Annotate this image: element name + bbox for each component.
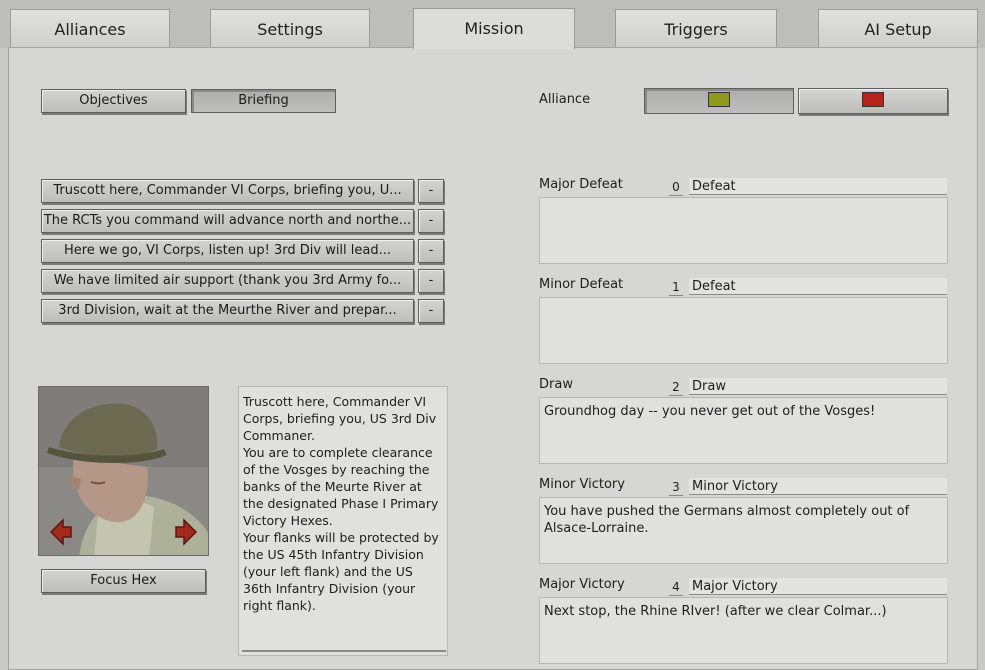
- outcome-title-field[interactable]: Draw: [689, 378, 947, 395]
- outcome-label: Minor Defeat: [539, 277, 624, 292]
- tab-ai-setup[interactable]: AI Setup: [818, 9, 978, 47]
- briefing-button[interactable]: Briefing: [191, 89, 336, 113]
- tab-settings[interactable]: Settings: [210, 9, 370, 47]
- briefing-item[interactable]: Truscott here, Commander VI Corps, brief…: [41, 179, 414, 203]
- alliance-label: Alliance: [539, 92, 591, 107]
- outcome-title-field[interactable]: Defeat: [689, 178, 947, 195]
- outcome-number: 1: [669, 278, 683, 296]
- commander-portrait: [38, 386, 209, 556]
- outcome-label: Major Victory: [539, 577, 625, 592]
- alliance-color-swatch: [708, 92, 730, 107]
- alliance-button-green[interactable]: [644, 88, 794, 114]
- briefing-item[interactable]: 3rd Division, wait at the Meurthe River …: [41, 299, 414, 323]
- objectives-button[interactable]: Objectives: [41, 89, 186, 113]
- outcome-label: Major Defeat: [539, 177, 623, 192]
- outcome-title-field[interactable]: Defeat: [689, 278, 947, 295]
- outcome-text-area[interactable]: [539, 197, 948, 264]
- alliance-color-swatch: [862, 92, 884, 107]
- briefing-text-area[interactable]: Truscott here, Commander VI Corps, brief…: [238, 386, 448, 656]
- outcome-text-area[interactable]: You have pushed the Germans almost compl…: [539, 497, 948, 564]
- outcome-label: Minor Victory: [539, 477, 625, 492]
- tab-triggers[interactable]: Triggers: [615, 9, 777, 47]
- outcome-text-area[interactable]: Groundhog day -- you never get out of th…: [539, 397, 948, 464]
- alliance-button-red[interactable]: [798, 88, 948, 114]
- briefing-item[interactable]: The RCTs you command will advance north …: [41, 209, 414, 233]
- outcome-title-field[interactable]: Major Victory: [689, 578, 947, 595]
- outcome-number: 2: [669, 378, 683, 396]
- briefing-scroll-line: [242, 650, 446, 652]
- outcome-number: 0: [669, 178, 683, 196]
- remove-briefing-button[interactable]: -: [418, 299, 444, 323]
- arrow-left-icon[interactable]: [49, 517, 73, 551]
- outcome-number: 4: [669, 578, 683, 596]
- briefing-item[interactable]: Here we go, VI Corps, listen up! 3rd Div…: [41, 239, 414, 263]
- outcome-number: 3: [669, 478, 683, 496]
- outcome-text-area[interactable]: Next stop, the Rhine RIver! (after we cl…: [539, 597, 948, 664]
- remove-briefing-button[interactable]: -: [418, 269, 444, 293]
- outcome-label: Draw: [539, 377, 573, 392]
- focus-hex-button[interactable]: Focus Hex: [41, 569, 206, 593]
- outcome-title-field[interactable]: Minor Victory: [689, 478, 947, 495]
- outcome-text-area[interactable]: [539, 297, 948, 364]
- tab-alliances[interactable]: Alliances: [10, 9, 170, 47]
- remove-briefing-button[interactable]: -: [418, 239, 444, 263]
- briefing-item[interactable]: We have limited air support (thank you 3…: [41, 269, 414, 293]
- arrow-right-icon[interactable]: [174, 517, 198, 551]
- remove-briefing-button[interactable]: -: [418, 209, 444, 233]
- tab-mission[interactable]: Mission: [413, 8, 575, 49]
- remove-briefing-button[interactable]: -: [418, 179, 444, 203]
- tab-bar: Alliances Settings Mission Triggers AI S…: [0, 0, 985, 49]
